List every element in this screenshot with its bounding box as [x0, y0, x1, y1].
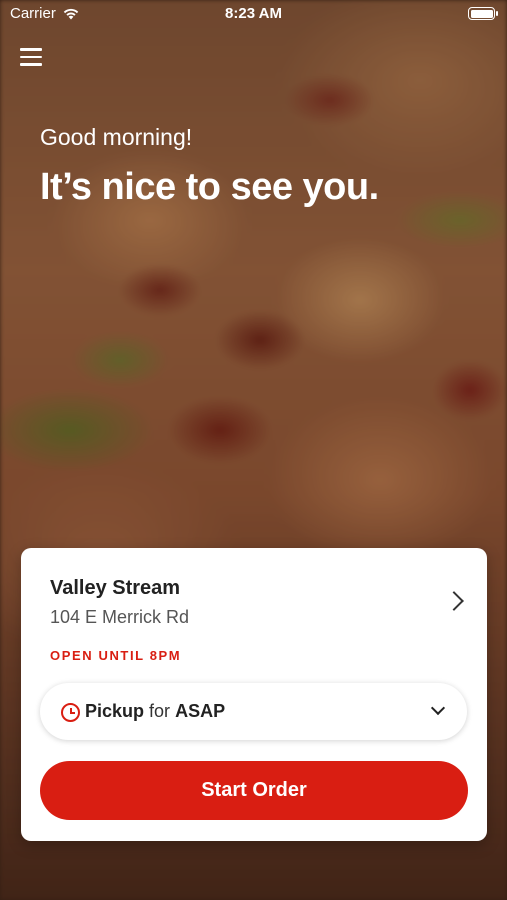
battery-icon [468, 7, 498, 20]
chevron-right-icon [444, 591, 464, 611]
order-mode-connector: for [149, 701, 171, 721]
status-time: 8:23 AM [225, 5, 282, 22]
order-mode-text: Pickup for ASAP [85, 701, 225, 722]
welcome-headline: It’s nice to see you. [40, 166, 379, 208]
order-mode-time: ASAP [175, 701, 226, 721]
store-hours-status: OPEN UNTIL 8PM [50, 648, 182, 663]
store-name: Valley Stream [50, 577, 181, 599]
order-mode-type: Pickup [85, 701, 145, 721]
order-card: Valley Stream 104 E Merrick Rd OPEN UNTI… [21, 548, 487, 841]
store-address: 104 E Merrick Rd [50, 607, 190, 627]
status-bar: Carrier 8:23 AM [0, 0, 507, 28]
chevron-down-icon [430, 700, 446, 716]
hamburger-menu-icon[interactable] [20, 48, 42, 68]
clock-icon [61, 703, 80, 722]
order-mode-dropdown[interactable]: Pickup for ASAP [40, 683, 467, 740]
start-order-button[interactable]: Start Order [40, 761, 468, 820]
greeting-text: Good morning! [40, 124, 193, 150]
store-selector[interactable]: Valley Stream 104 E Merrick Rd [21, 548, 487, 648]
